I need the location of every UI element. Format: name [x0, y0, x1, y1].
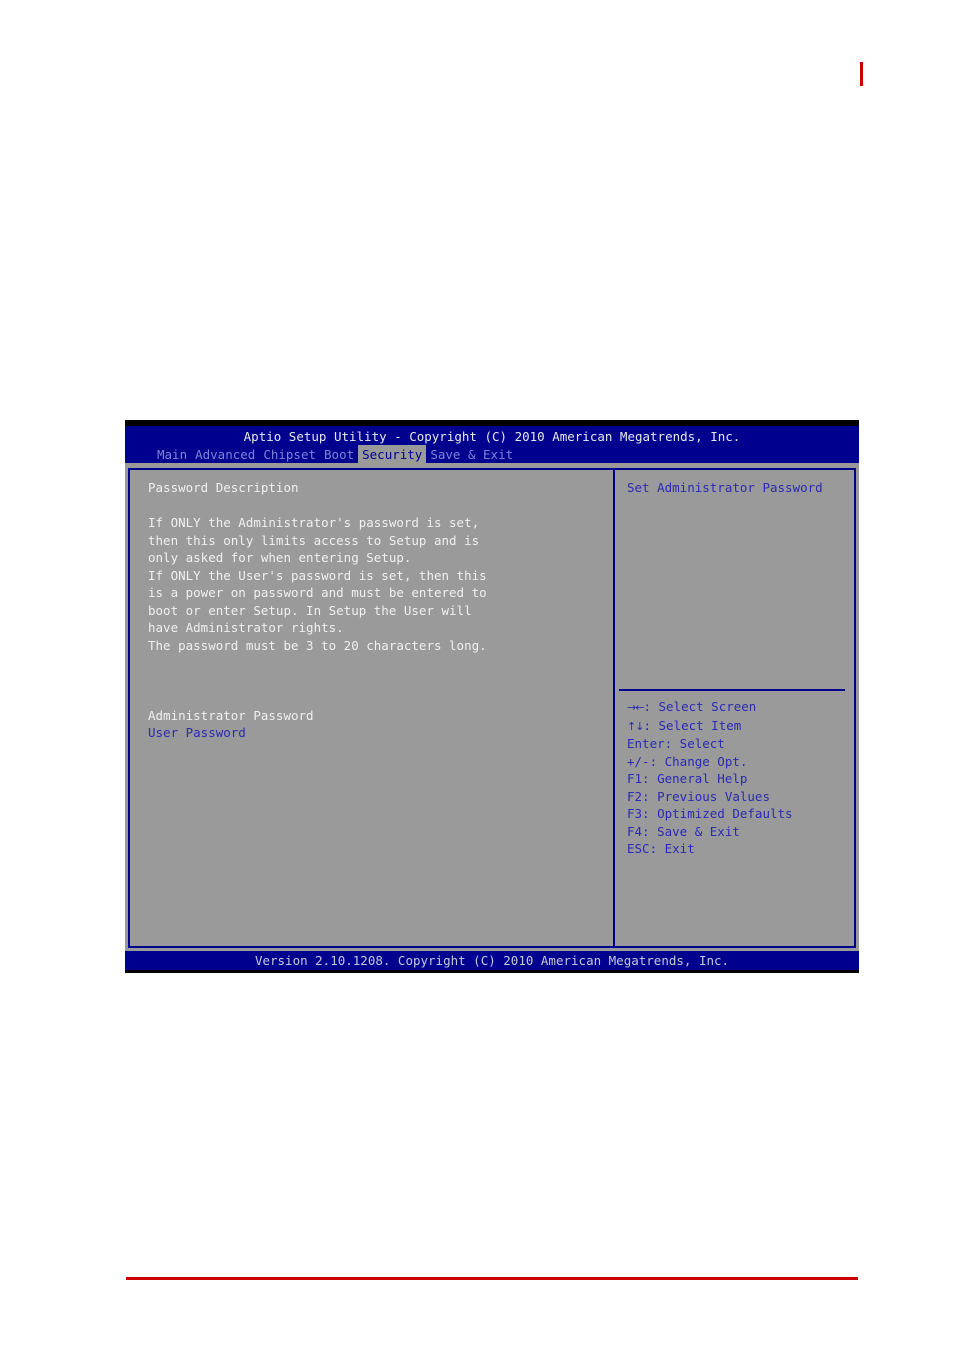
help-text: Set Administrator Password: [627, 480, 823, 495]
page-change-bar-mark: [860, 62, 863, 86]
key-select-screen: →←: Select Screen: [627, 698, 793, 717]
description-line-2: then this only limits access to Setup an…: [148, 532, 480, 548]
key-f4-save-and-exit: F4: Save & Exit: [627, 823, 740, 839]
description-line-7: have Administrator rights.: [148, 620, 344, 635]
page-bottom-rule: [126, 1277, 858, 1280]
bios-title: Aptio Setup Utility - Copyright (C) 2010…: [243, 429, 741, 444]
description-line-8: The password must be 3 to 20 characters …: [148, 637, 487, 653]
menu-item-main[interactable]: Main: [153, 445, 191, 465]
menu-item-security[interactable]: Security: [358, 445, 427, 465]
help-key-list: →←: Select Screen ↑↓: Select Item Enter:…: [627, 698, 793, 858]
description-line-6: boot or enter Setup. In Setup the User w…: [148, 602, 472, 618]
help-separator: [619, 689, 845, 691]
key-esc-exit: ESC: Exit: [627, 841, 695, 856]
key-change-opt: +/-: Change Opt.: [627, 753, 748, 769]
key-select-item-label: : Select Item: [643, 717, 742, 733]
description-line-1: If ONLY the Administrator's password is …: [148, 515, 480, 530]
password-description-heading: Password Description: [148, 480, 299, 495]
description-line-4: If ONLY the User's password is set, then…: [148, 567, 487, 583]
menu-item-boot[interactable]: Boot: [320, 445, 358, 465]
bios-menu-bar[interactable]: Main Advanced Chipset Boot Security Save & Ex…: [125, 445, 859, 465]
description-line-3: only asked for when entering Setup.: [148, 550, 412, 565]
menu-item-chipset[interactable]: Chipset: [259, 445, 320, 465]
bios-setup-window: Aptio Setup Utility - Copyright (C) 2010…: [125, 420, 859, 973]
key-f2-previous-values: F2: Previous Values: [627, 788, 770, 804]
bios-header: Aptio Setup Utility - Copyright (C) 2010…: [125, 426, 859, 465]
key-enter-select: Enter: Select: [627, 736, 725, 751]
description-line-5: is a power on password and must be enter…: [148, 585, 487, 600]
bios-body: Password Description If ONLY the Adminis…: [125, 463, 859, 951]
arrow-left-right-icon: →←: [627, 701, 644, 714]
menu-item-save-and-exit[interactable]: Save & Exit: [426, 445, 517, 465]
bios-content-frame: Password Description If ONLY the Adminis…: [128, 468, 856, 948]
menu-item-advanced[interactable]: Advanced: [191, 445, 259, 465]
setting-administrator-password[interactable]: Administrator Password: [148, 707, 613, 725]
key-f1-general-help: F1: General Help: [627, 771, 748, 786]
setting-user-password[interactable]: User Password: [148, 724, 613, 742]
key-f3-optimized-defaults: F3: Optimized Defaults: [627, 806, 793, 821]
bios-version-text: Version 2.10.1208. Copyright (C) 2010 Am…: [254, 953, 730, 968]
help-pane: Set Administrator Password →←: Select Sc…: [615, 470, 854, 946]
key-select-item: ↑↓: Select Item: [627, 717, 793, 736]
bios-footer: Version 2.10.1208. Copyright (C) 2010 Am…: [125, 951, 859, 970]
settings-pane: Password Description If ONLY the Adminis…: [130, 470, 613, 946]
key-select-screen-label: : Select Screen: [643, 699, 757, 714]
arrow-up-down-icon: ↑↓: [627, 719, 644, 733]
